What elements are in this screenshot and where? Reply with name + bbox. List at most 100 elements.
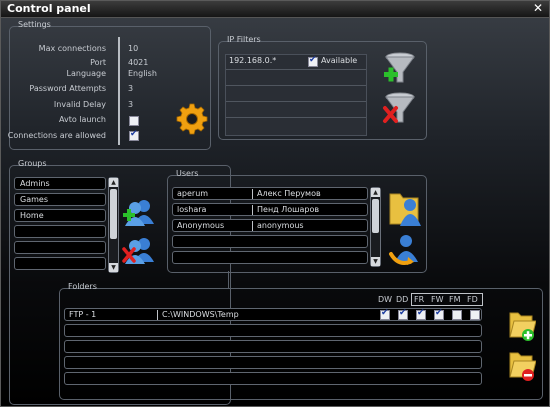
column-divider: [252, 205, 253, 215]
settings-divider: [118, 37, 120, 145]
folder-row[interactable]: [64, 356, 482, 369]
max-connections-value[interactable]: 10: [128, 44, 138, 53]
perm-fd-checkbox[interactable]: [470, 310, 480, 320]
column-divider: [252, 189, 253, 199]
password-attempts-value[interactable]: 3: [128, 84, 133, 93]
ip-filter-list[interactable]: 192.168.0.* Available: [225, 54, 367, 136]
perm-fm-checkbox[interactable]: [452, 310, 462, 320]
ip-filter-row[interactable]: [226, 86, 366, 102]
control-panel-window: Control panel ✕ Settings Max connections…: [0, 0, 550, 407]
settings-group: Settings Max connections 10 Port 4021 La…: [7, 20, 211, 150]
user-row[interactable]: loshara Пенд Лошаров: [172, 203, 368, 216]
group-item[interactable]: Admins: [14, 177, 106, 190]
ip-filter-address: 192.168.0.*: [229, 56, 277, 65]
title-bar: Control panel ✕: [1, 1, 549, 18]
group-item[interactable]: Games: [14, 193, 106, 206]
group-item[interactable]: [14, 225, 106, 238]
user-name: Алекс Перумов: [257, 189, 321, 198]
group-item-label: Home: [20, 211, 44, 220]
user-row[interactable]: [172, 235, 368, 248]
folder-path: C:\WINDOWS\Temp: [162, 310, 239, 319]
users-group: Users aperum Алекс Перумов loshara Пенд …: [167, 169, 427, 273]
password-attempts-label: Password Attempts: [29, 84, 106, 93]
user-name: Пенд Лошаров: [257, 205, 320, 214]
funnel-remove-icon[interactable]: [382, 92, 418, 126]
invalid-delay-label: Invalid Delay: [53, 100, 106, 109]
groups-list[interactable]: Admins Games Home ▲ ▼: [14, 176, 119, 274]
group-item-label: Games: [20, 195, 48, 204]
perm-fw-checkbox[interactable]: [434, 308, 444, 320]
group-item[interactable]: [14, 241, 106, 254]
port-label: Port: [90, 58, 106, 67]
ip-filter-available-label: Available: [321, 56, 358, 65]
connections-allowed-checkbox[interactable]: [129, 129, 139, 141]
group-item-label: Admins: [20, 179, 50, 188]
groups-group-label: Groups: [18, 159, 47, 168]
user-row[interactable]: Anonymous anonymous: [172, 219, 368, 232]
folder-add-icon[interactable]: [508, 307, 536, 343]
ip-filters-group-label: IP Filters: [227, 35, 261, 44]
folder-row[interactable]: [64, 372, 482, 385]
scroll-thumb[interactable]: [372, 199, 379, 233]
close-icon[interactable]: ✕: [533, 1, 543, 15]
user-name: anonymous: [257, 221, 304, 230]
ip-filter-row[interactable]: 192.168.0.* Available: [226, 55, 366, 70]
folder-name: FTP - 1: [69, 310, 97, 319]
folders-group: Folders DW DD FR FW FM FD FTP - 1 C:\WIN…: [59, 282, 543, 400]
column-divider: [252, 221, 253, 231]
scroll-up-icon[interactable]: ▲: [109, 178, 118, 187]
user-login: loshara: [177, 205, 207, 214]
scroll-down-icon[interactable]: ▼: [371, 257, 380, 266]
avto-launch-checkbox[interactable]: [129, 116, 139, 126]
folder-row[interactable]: [64, 340, 482, 353]
group-add-icon[interactable]: [122, 198, 156, 228]
ip-filter-row[interactable]: [226, 118, 366, 133]
scroll-thumb[interactable]: [110, 189, 117, 239]
perm-dw-checkbox[interactable]: [380, 308, 390, 320]
gear-icon[interactable]: [176, 103, 208, 135]
max-connections-label: Max connections: [38, 44, 106, 53]
perm-header-fd: FD: [467, 295, 478, 304]
user-add-icon[interactable]: [388, 188, 422, 228]
groups-scrollbar[interactable]: ▲ ▼: [108, 177, 119, 273]
group-remove-icon[interactable]: [122, 236, 156, 266]
group-item[interactable]: [14, 257, 106, 270]
port-value[interactable]: 4021: [128, 58, 148, 67]
user-login: Anonymous: [177, 221, 225, 230]
scroll-down-icon[interactable]: ▼: [109, 263, 118, 272]
perm-header-dd: DD: [396, 295, 409, 304]
invalid-delay-value[interactable]: 3: [128, 100, 133, 109]
folder-remove-icon[interactable]: [508, 347, 536, 383]
folders-group-label: Folders: [68, 282, 97, 291]
users-group-label: Users: [176, 169, 199, 178]
folder-row[interactable]: FTP - 1 C:\WINDOWS\Temp: [64, 308, 482, 321]
funnel-add-icon[interactable]: [382, 52, 418, 86]
folder-row[interactable]: [64, 324, 482, 337]
settings-group-label: Settings: [18, 20, 51, 29]
perm-header-fw: FW: [431, 295, 444, 304]
users-list[interactable]: aperum Алекс Перумов loshara Пенд Лошаро…: [172, 186, 382, 268]
users-scrollbar[interactable]: ▲ ▼: [370, 187, 381, 267]
perm-header-fm: FM: [449, 295, 461, 304]
perm-header-dw: DW: [378, 295, 393, 304]
user-login: aperum: [177, 189, 209, 198]
language-value[interactable]: English: [128, 69, 157, 78]
column-divider: [157, 310, 158, 320]
connections-allowed-label: Connections are allowed: [7, 131, 106, 140]
ip-filter-row[interactable]: [226, 102, 366, 118]
user-row[interactable]: [172, 251, 368, 264]
ip-filter-row[interactable]: [226, 70, 366, 86]
user-refresh-icon[interactable]: [388, 232, 422, 266]
avto-launch-label: Avto launch: [58, 115, 106, 124]
perm-header-fr: FR: [414, 295, 425, 304]
folders-list[interactable]: FTP - 1 C:\WINDOWS\Temp: [64, 307, 484, 391]
group-item[interactable]: Home: [14, 209, 106, 222]
perm-fr-checkbox[interactable]: [416, 308, 426, 320]
window-title: Control panel: [7, 2, 91, 15]
user-row[interactable]: aperum Алекс Перумов: [172, 187, 368, 200]
ip-filter-available-checkbox[interactable]: [308, 55, 318, 67]
perm-dd-checkbox[interactable]: [398, 308, 408, 320]
connector-line: [228, 271, 229, 289]
scroll-up-icon[interactable]: ▲: [371, 188, 380, 197]
language-label: Language: [66, 69, 106, 78]
